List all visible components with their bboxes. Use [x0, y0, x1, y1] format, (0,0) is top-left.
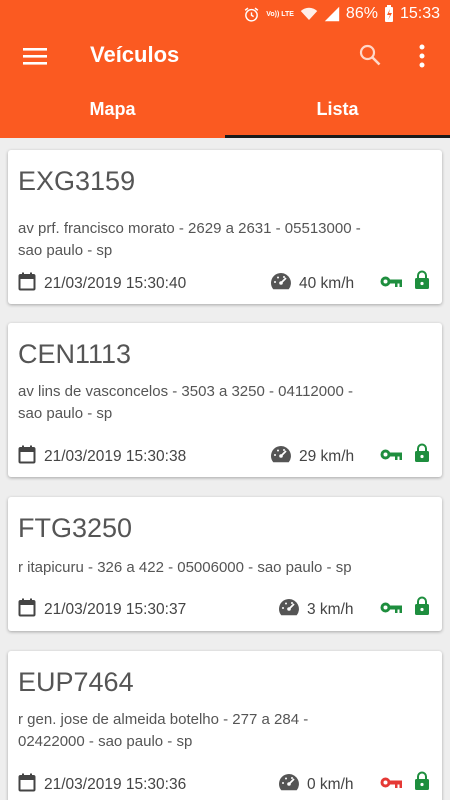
clock: 15:33 [399, 5, 440, 22]
speed-text: 3 km/h [307, 600, 354, 618]
datetime-row: 21/03/2019 15:30:37 [18, 598, 186, 622]
tab-mapa[interactable]: Mapa [0, 82, 225, 138]
speed-row: 0 km/h [278, 773, 354, 796]
speedometer-icon [278, 598, 300, 621]
page-title: Veículos [90, 42, 180, 67]
vehicle-address: av prf. francisco morato - 2629 a 2631 -… [18, 218, 433, 262]
vehicle-card[interactable]: CEN1113 av lins de vasconcelos - 3503 a … [8, 323, 442, 477]
address-line: av lins de vasconcelos - 3503 a 3250 - 0… [18, 383, 353, 400]
datetime-text: 21/03/2019 15:30:40 [44, 275, 187, 292]
wifi-icon [300, 6, 318, 22]
datetime-text: 21/03/2019 15:30:37 [44, 601, 187, 618]
speedometer-icon [278, 773, 300, 796]
vehicle-plate: FTG3250 [18, 513, 133, 543]
address-line: r gen. jose de almeida botelho - 277 a 2… [18, 711, 309, 728]
speed-text: 29 km/h [299, 447, 355, 465]
speed-row: 40 km/h [270, 272, 354, 295]
calendar-icon [18, 272, 36, 296]
vehicle-plate: CEN1113 [18, 339, 132, 369]
signal-icon [324, 6, 340, 22]
speed-text: 0 km/h [307, 775, 354, 793]
address-line: sao paulo - sp [18, 242, 113, 259]
battery-charging-icon [384, 5, 394, 23]
ignition-key-icon [380, 448, 403, 466]
datetime-row: 21/03/2019 15:30:36 [18, 773, 186, 797]
address-line: sao paulo - sp [18, 405, 113, 422]
vehicle-plate: EUP7464 [18, 667, 134, 697]
status-bar: Vo)) LTE 86% 15:33 [0, 0, 450, 32]
vehicle-plate: EXG3159 [18, 166, 136, 196]
datetime-text: 21/03/2019 15:30:38 [44, 448, 187, 465]
address-line: 02422000 - sao paulo - sp [18, 733, 193, 750]
vehicle-card[interactable]: EUP7464 r gen. jose de almeida botelho -… [8, 651, 442, 800]
calendar-icon [18, 445, 36, 469]
datetime-text: 21/03/2019 15:30:36 [44, 776, 187, 793]
menu-icon[interactable] [22, 44, 48, 68]
ignition-key-off-icon [380, 776, 403, 794]
datetime-row: 21/03/2019 15:30:40 [18, 272, 186, 296]
speed-row: 29 km/h [270, 445, 354, 468]
calendar-icon [18, 598, 36, 622]
search-icon[interactable] [358, 43, 382, 67]
lock-icon [414, 771, 430, 796]
speedometer-icon [270, 445, 292, 468]
speedometer-icon [270, 272, 292, 295]
ignition-key-icon [380, 275, 403, 293]
lock-icon [414, 443, 430, 468]
vehicle-address: av lins de vasconcelos - 3503 a 3250 - 0… [18, 381, 433, 425]
vehicle-address: r gen. jose de almeida botelho - 277 a 2… [18, 709, 433, 753]
vehicle-card[interactable]: FTG3250 r itapicuru - 326 a 422 - 050060… [8, 497, 442, 631]
speed-text: 40 km/h [299, 274, 355, 292]
vehicle-address: r itapicuru - 326 a 422 - 05006000 - sao… [18, 557, 433, 579]
tab-lista[interactable]: Lista [225, 82, 450, 138]
ignition-key-icon [380, 601, 403, 619]
tab-bar: Mapa Lista [0, 82, 450, 138]
datetime-row: 21/03/2019 15:30:38 [18, 445, 186, 469]
app-bar: Veículos [0, 32, 450, 82]
speed-row: 3 km/h [278, 598, 354, 621]
address-line: av prf. francisco morato - 2629 a 2631 -… [18, 220, 361, 237]
vehicle-card[interactable]: EXG3159 av prf. francisco morato - 2629 … [8, 150, 442, 304]
lock-icon [414, 270, 430, 295]
alarm-icon [243, 6, 260, 23]
more-vert-icon[interactable] [412, 43, 432, 69]
calendar-icon [18, 773, 36, 797]
vehicle-list[interactable]: EXG3159 av prf. francisco morato - 2629 … [0, 139, 450, 800]
lock-icon [414, 596, 430, 621]
address-line: r itapicuru - 326 a 422 - 05006000 - sao… [18, 559, 352, 576]
volte-icon: Vo)) LTE [266, 10, 294, 18]
battery-percent: 86% [345, 5, 378, 22]
